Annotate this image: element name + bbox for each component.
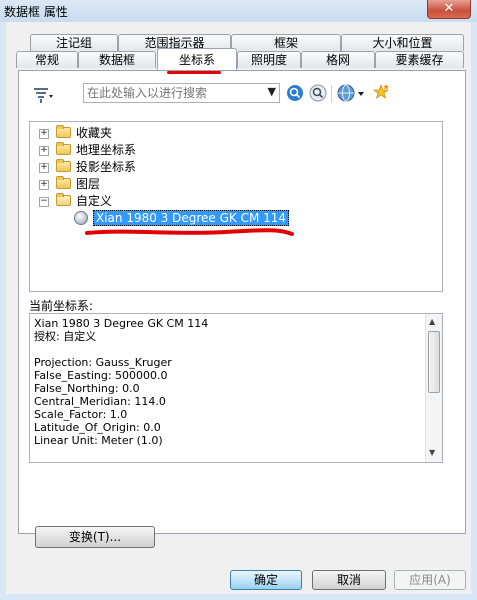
tree-item-projected[interactable]: + 投影坐标系 bbox=[39, 159, 419, 176]
folder-icon bbox=[56, 142, 71, 155]
transform-button[interactable]: 变换(T)... bbox=[35, 526, 155, 548]
search-icon[interactable] bbox=[286, 84, 304, 102]
window-title: 数据框 属性 bbox=[4, 5, 68, 19]
expand-icon[interactable]: + bbox=[39, 146, 49, 156]
annotation-underline-tab bbox=[167, 71, 221, 74]
ok-button[interactable]: 确定 bbox=[230, 570, 302, 590]
tab-illumination[interactable]: 照明度 bbox=[237, 51, 301, 68]
current-crs-details: Xian 1980 3 Degree GK CM 114 授权: 自定义 Pro… bbox=[29, 313, 443, 463]
folder-icon bbox=[56, 176, 71, 189]
crs-details-text: Xian 1980 3 Degree GK CM 114 授权: 自定义 Pro… bbox=[34, 317, 209, 447]
expand-icon[interactable]: + bbox=[39, 180, 49, 190]
tab-size-and-position[interactable]: 大小和位置 bbox=[341, 34, 464, 51]
search-input[interactable] bbox=[87, 85, 265, 101]
tree-item-custom[interactable]: − 自定义 bbox=[39, 193, 419, 210]
tree-item-favorites[interactable]: + 收藏夹 bbox=[39, 125, 419, 142]
scroll-up-icon[interactable]: ▲ bbox=[429, 317, 435, 326]
close-button[interactable]: ✕ bbox=[427, 0, 471, 19]
tree-item-layers[interactable]: + 图层 bbox=[39, 176, 419, 193]
folder-open-icon bbox=[56, 193, 71, 206]
folder-star-icon bbox=[56, 125, 71, 138]
toolbar-separator bbox=[331, 85, 332, 103]
filter-icon[interactable] bbox=[33, 87, 55, 105]
crs-globe-icon bbox=[74, 211, 88, 225]
scroll-down-icon[interactable]: ▼ bbox=[429, 448, 435, 457]
globe-icon[interactable] bbox=[337, 84, 367, 102]
details-scrollbar[interactable]: ▲ ▼ bbox=[425, 314, 442, 462]
current-crs-label: 当前坐标系: bbox=[29, 299, 94, 313]
tab-grids[interactable]: 格网 bbox=[301, 51, 375, 68]
tab-data-frame[interactable]: 数据框 bbox=[78, 51, 156, 68]
expand-icon[interactable]: + bbox=[39, 163, 49, 173]
crs-tree[interactable]: + 收藏夹 + 地理坐标系 + 投影坐标系 + 图层 − 自定义 Xian 19… bbox=[29, 121, 443, 292]
clear-search-icon[interactable] bbox=[309, 84, 327, 102]
tab-feature-cache[interactable]: 要素缓存 bbox=[375, 51, 464, 68]
add-favorite-icon[interactable] bbox=[373, 83, 391, 101]
search-dropdown-icon[interactable]: ▼ bbox=[268, 85, 276, 98]
folder-icon bbox=[56, 159, 71, 172]
search-box[interactable]: ▼ bbox=[83, 83, 280, 103]
expand-icon[interactable]: + bbox=[39, 129, 49, 139]
apply-button[interactable]: 应用(A) bbox=[394, 570, 466, 590]
tab-frame[interactable]: 框架 bbox=[231, 34, 341, 51]
collapse-icon[interactable]: − bbox=[39, 197, 49, 207]
tree-item-geographic[interactable]: + 地理坐标系 bbox=[39, 142, 419, 159]
tab-annotation-groups[interactable]: 注记组 bbox=[30, 34, 118, 51]
scroll-thumb[interactable] bbox=[428, 331, 440, 393]
tab-panel: ▼ + 收藏夹 + 地理坐标系 + 投影 bbox=[18, 70, 466, 548]
tab-general[interactable]: 常规 bbox=[16, 51, 78, 68]
title-bar: 数据框 属性 ✕ bbox=[0, 0, 477, 22]
selected-crs-label[interactable]: Xian 1980 3 Degree GK CM 114 bbox=[93, 210, 290, 226]
tab-coordinate-system[interactable]: 坐标系 bbox=[157, 48, 237, 70]
cancel-button[interactable]: 取消 bbox=[312, 570, 386, 590]
annotation-underline-selection bbox=[85, 228, 294, 236]
